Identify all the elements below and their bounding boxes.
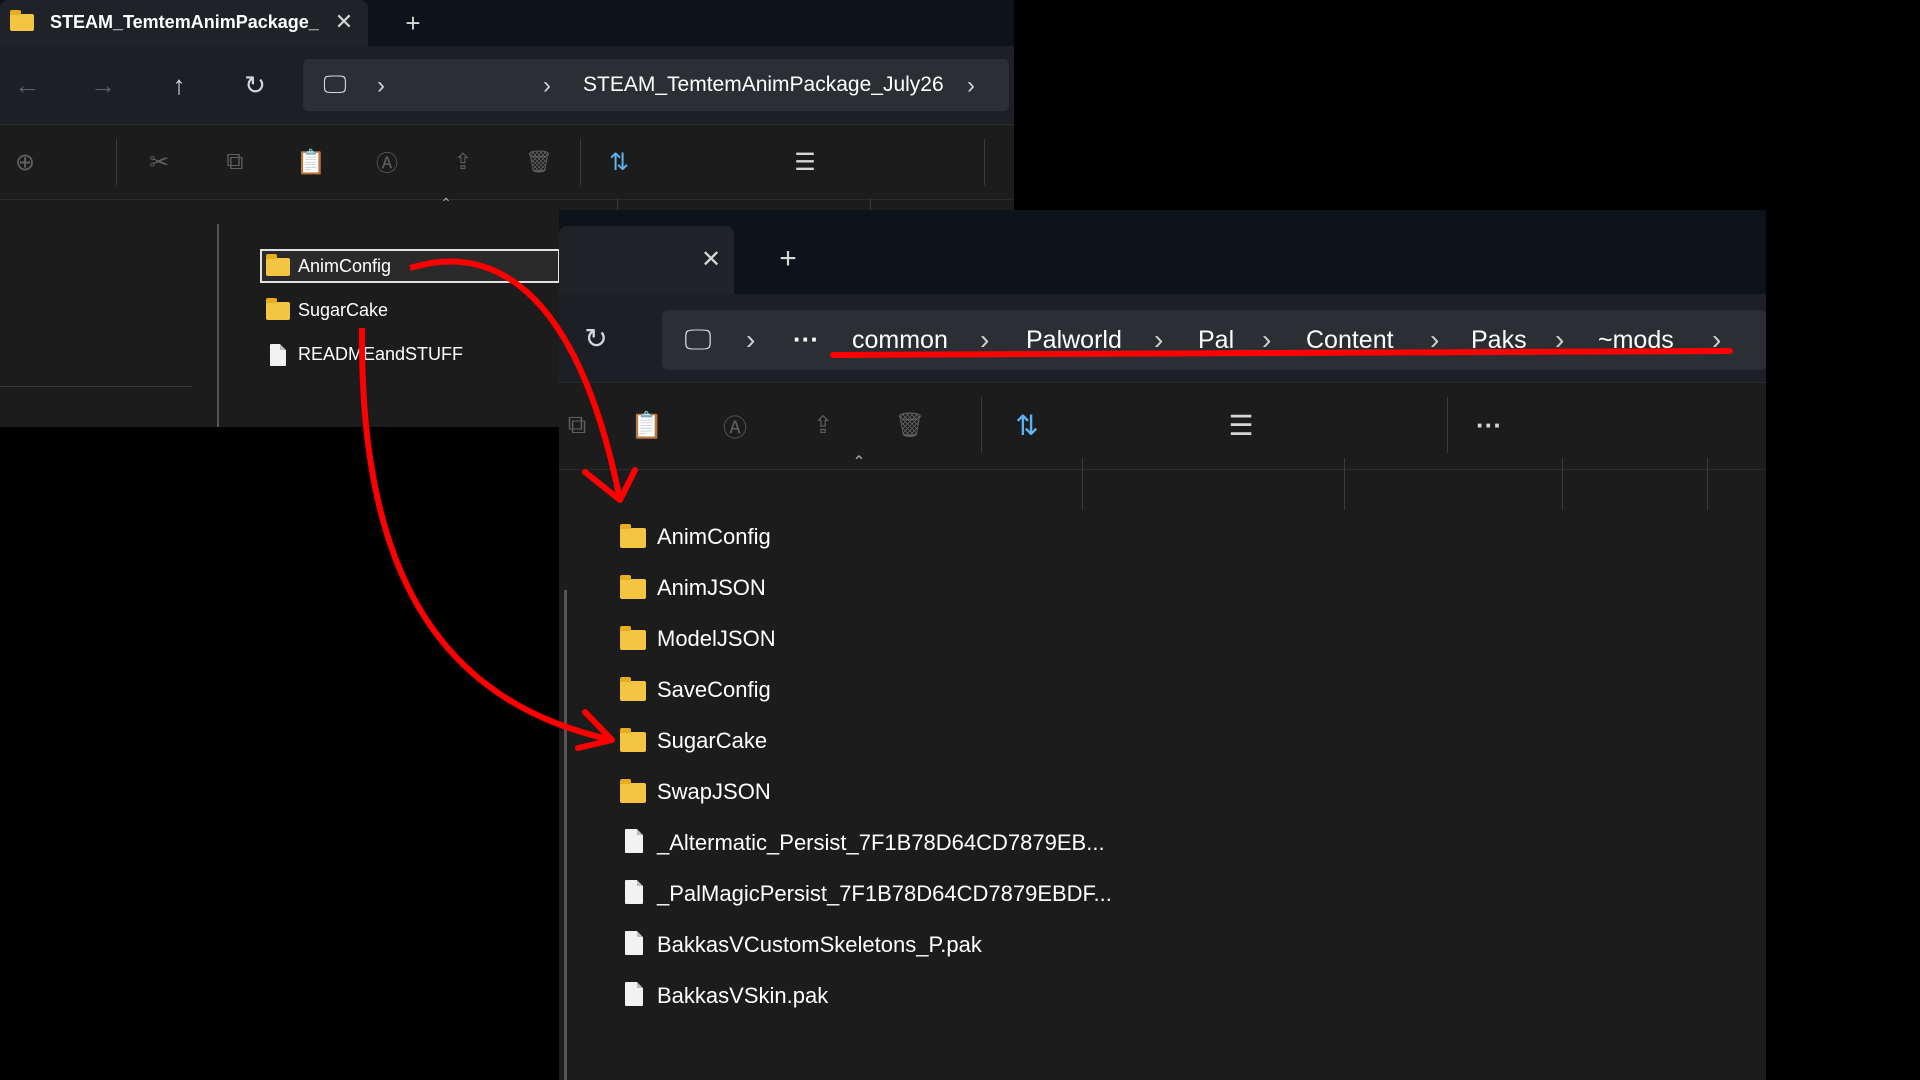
red-arrowhead: [582, 467, 638, 503]
red-arrow-animconfig: [409, 258, 623, 501]
red-arrow-sugarcake: [358, 327, 613, 743]
annotation-layer: [358, 258, 1733, 751]
red-underline: [830, 348, 1733, 358]
